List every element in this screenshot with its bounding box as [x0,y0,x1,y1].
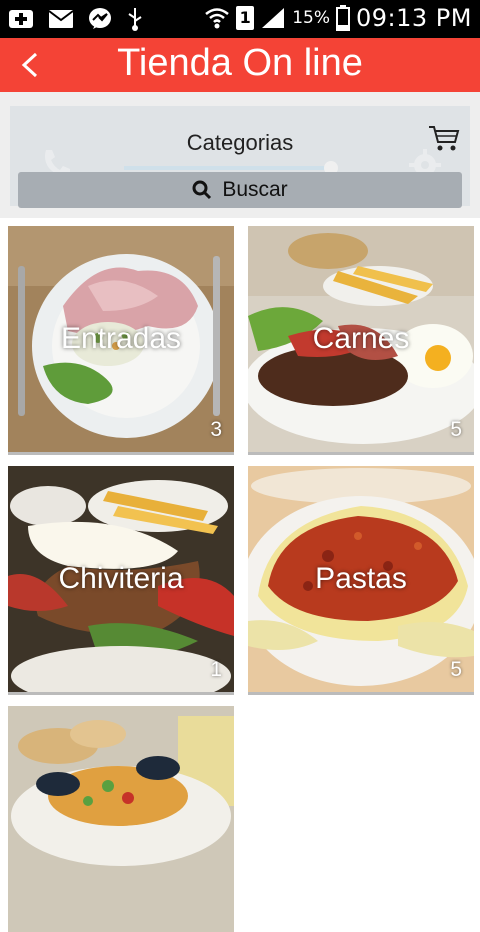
status-bar: 1 15% 09:13 PM [0,0,480,38]
scroll-slider-track[interactable] [124,166,334,170]
signal-icon [262,8,285,28]
search-label: Buscar [222,178,288,201]
sim-indicator: 1 [236,6,255,30]
category-count: 5 [450,418,462,441]
category-toolbar: Categorias Buscar [0,92,480,218]
category-tile-pastas[interactable]: Pastas 5 [248,466,474,695]
categories-heading: Categorias [186,130,294,155]
battery-percent: 15% [292,8,331,28]
usb-icon [128,8,142,31]
add-notification-icon [9,10,33,28]
category-name: Carnes [312,322,410,355]
seafood-photo [8,706,234,932]
category-name: Chiviteria [58,562,184,595]
category-tile-carnes[interactable]: Carnes 5 [248,226,474,455]
category-count: 5 [450,658,462,681]
wifi-icon [205,8,230,29]
category-tile-chiviteria[interactable]: Chiviteria 1 [8,466,234,695]
clock: 09:13 PM [356,4,472,32]
category-name: Pastas [315,562,407,595]
search-button[interactable]: Buscar [18,172,462,208]
mail-icon [48,10,74,28]
app-bar: Tienda On line [0,38,480,92]
battery-icon [336,5,351,31]
category-count: 1 [210,658,222,681]
category-tile-entradas[interactable]: Entradas 3 [8,226,234,455]
messenger-icon [89,8,111,29]
shopping-cart-icon[interactable] [428,124,460,152]
category-count: 3 [210,418,222,441]
search-icon [192,180,212,200]
category-tile-mariscos[interactable] [8,706,234,932]
page-title: Tienda On line [117,42,363,84]
category-name: Entradas [60,322,182,355]
category-panel: Categorias Buscar [10,106,470,208]
